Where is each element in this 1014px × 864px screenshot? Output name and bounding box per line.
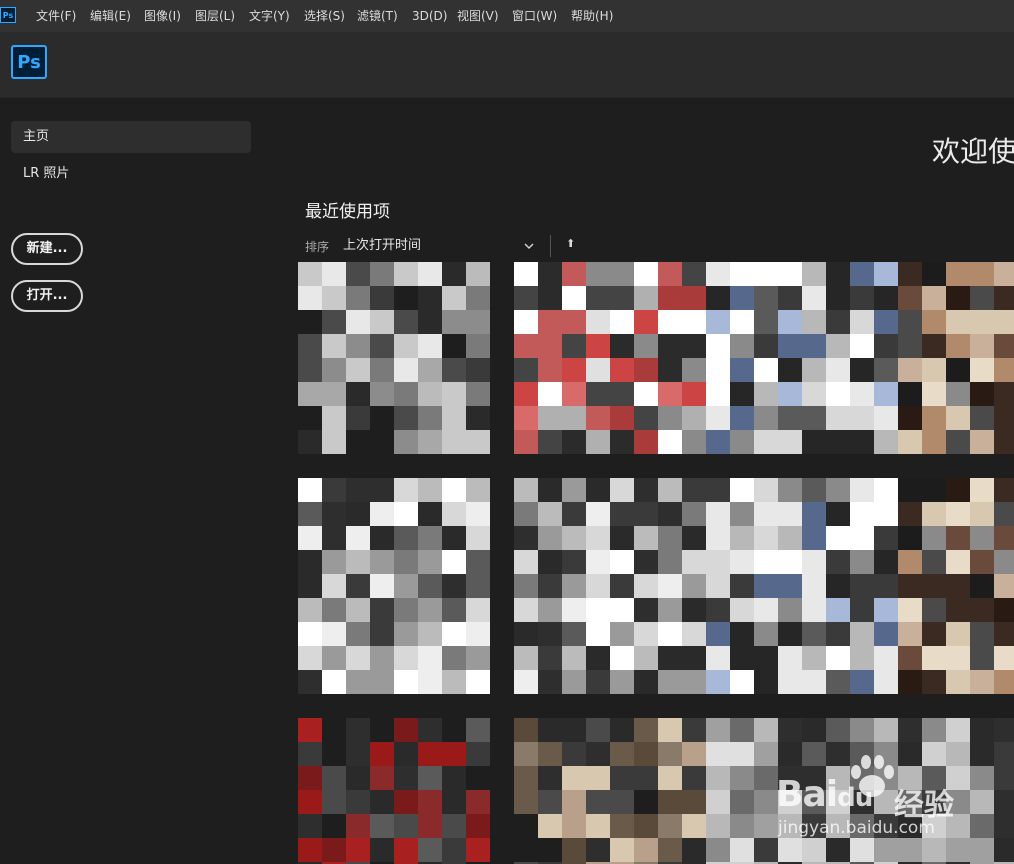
menu-select[interactable]: 选择(S) [304, 0, 345, 32]
sort-dropdown-value: 上次打开时间 [343, 238, 422, 253]
menu-file[interactable]: 文件(F) [36, 0, 76, 32]
welcome-heading: 欢迎使 [932, 135, 1014, 168]
menu-help[interactable]: 帮助(H) [571, 0, 613, 32]
recent-items-title: 最近使用项 [305, 202, 390, 222]
new-button[interactable]: 新建... [11, 233, 83, 265]
photoshop-app-icon[interactable]: Ps [0, 7, 16, 23]
open-button[interactable]: 打开... [11, 280, 83, 312]
menu-3d[interactable]: 3D(D) [412, 0, 447, 32]
recent-file-thumbnail[interactable] [514, 718, 706, 864]
sidebar-item-home[interactable]: 主页 [11, 121, 251, 153]
recent-file-thumbnail[interactable] [706, 262, 898, 454]
menu-bar: Ps 文件(F) 编辑(E) 图像(I) 图层(L) 文字(Y) 选择(S) 滤… [0, 0, 1014, 33]
sort-direction-icon[interactable]: ⬆ [566, 237, 575, 250]
recent-file-thumbnail[interactable] [514, 262, 706, 454]
menu-filter[interactable]: 滤镜(T) [357, 0, 398, 32]
menu-edit[interactable]: 编辑(E) [90, 0, 131, 32]
photoshop-logo: Ps [11, 45, 47, 79]
chevron-down-icon [523, 236, 535, 262]
recent-file-thumbnail[interactable] [298, 262, 490, 454]
menu-view[interactable]: 视图(V) [457, 0, 499, 32]
menu-layer[interactable]: 图层(L) [195, 0, 235, 32]
baidu-jingyan-watermark: Baidu 经验 jingyan.baidu.com [776, 752, 976, 842]
home-header: Ps [0, 32, 1014, 98]
menu-image[interactable]: 图像(I) [144, 0, 181, 32]
recent-file-thumbnail[interactable] [898, 262, 1014, 454]
watermark-url: jingyan.baidu.com [778, 818, 935, 838]
paw-icon [851, 755, 894, 797]
recent-file-thumbnail[interactable] [514, 478, 706, 694]
recent-file-thumbnail[interactable] [898, 478, 1014, 694]
menu-window[interactable]: 窗口(W) [512, 0, 557, 32]
recent-file-thumbnail[interactable] [298, 718, 490, 864]
sort-label: 排序 [305, 240, 330, 254]
recent-file-thumbnail[interactable] [706, 478, 898, 694]
menu-type[interactable]: 文字(Y) [249, 0, 290, 32]
sort-dropdown[interactable]: 上次打开时间 [343, 236, 539, 256]
sidebar-item-lr-photos[interactable]: LR 照片 [11, 158, 251, 190]
recent-file-thumbnail[interactable] [298, 478, 490, 694]
sort-divider [550, 235, 551, 257]
